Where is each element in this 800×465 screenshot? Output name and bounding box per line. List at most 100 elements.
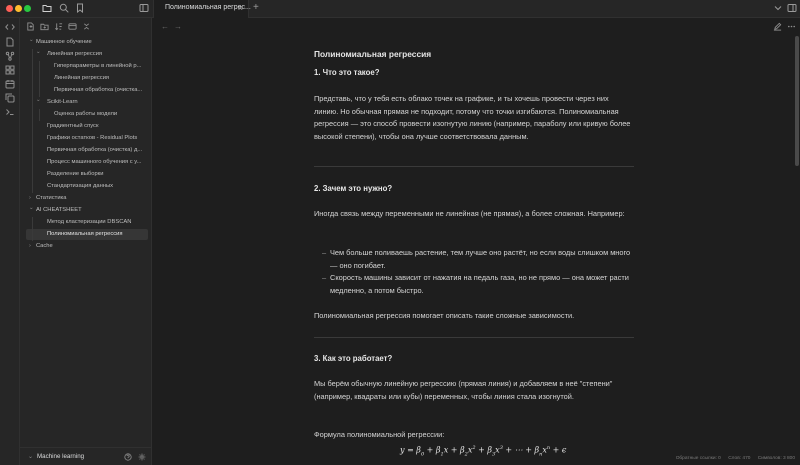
status-chars: Символов: 3 800 [757, 456, 795, 461]
folder-item[interactable]: ⌄ Линейная регрессия [20, 49, 152, 60]
list-item: – Скорость машины зависит от нажатия на … [322, 272, 634, 297]
divider [314, 166, 634, 167]
chevron-right-icon[interactable]: › [29, 193, 31, 204]
minimize-window-button[interactable] [15, 5, 22, 12]
status-words: Слов: 470 [728, 456, 751, 461]
tree-item-label: Полиномиальная регрессия [47, 231, 123, 237]
tree-item-label: Машинное обучение [36, 39, 92, 45]
chevron-down-icon[interactable]: ⌄ [29, 205, 34, 214]
chevron-down-icon[interactable]: ⌄ [36, 97, 41, 106]
tree-item-label: Первичная обработка (очистка) д... [47, 147, 143, 153]
folder-item[interactable]: › Статистика [20, 193, 152, 204]
paragraph-how: Мы берём обычную линейную регрессию (пря… [314, 379, 613, 401]
close-window-button[interactable] [6, 5, 13, 12]
paragraph-why: Иногда связь между переменными не линейн… [314, 209, 625, 218]
heading-what-is-it: 1. Что это такое? [314, 68, 380, 77]
list-item: – Чем больше поливаешь растение, тем луч… [322, 247, 634, 272]
tree-item-label: Оценка работы модели [54, 111, 118, 117]
code-icon[interactable] [5, 22, 15, 32]
file-icon[interactable] [5, 37, 15, 47]
toggle-sidebar-icon[interactable] [137, 2, 150, 15]
chevron-down-icon[interactable]: ⌄ [29, 37, 34, 46]
copy-icon[interactable] [5, 93, 15, 103]
folder-icon[interactable] [40, 2, 53, 15]
collapse-all-icon[interactable] [82, 22, 91, 31]
vault-switcher[interactable]: ⌄ Machine learning [20, 447, 152, 465]
paragraph-summary: Полиномиальная регрессия помогает описат… [314, 311, 575, 320]
folder-item[interactable]: ⌄ AI CHEATSHEET [20, 205, 152, 216]
sort-icon[interactable] [54, 22, 63, 31]
tree-item-label: Первичная обработка (очистка... [54, 87, 143, 93]
settings-gear-icon[interactable] [138, 453, 146, 461]
tree-item-label: Scikit-Learn [47, 99, 78, 105]
tab-close-icon[interactable]: × [238, 3, 243, 13]
status-bar: Обратные ссылки: 0 Слов: 470 Символов: 3… [670, 454, 795, 464]
indent-guide [32, 49, 33, 193]
formula-polynomial: y = β0 + β1x + β2x2 + β3x3 + ⋯ + βnxn + … [400, 445, 567, 458]
list-bullet: – [322, 273, 327, 282]
file-item[interactable]: Полиномиальная регрессия [26, 229, 148, 240]
chevron-right-icon[interactable]: › [29, 241, 31, 252]
tree-item-label: Стандартизация данных [47, 183, 114, 189]
tree-item-label: Графики остатков - Residual Plots [47, 135, 138, 141]
more-options-icon[interactable] [787, 22, 796, 31]
chevron-down-icon[interactable]: ⌄ [36, 49, 41, 58]
forward-arrow-icon[interactable]: → [174, 22, 182, 31]
file-item[interactable]: Графики остатков - Residual Plots [20, 133, 152, 144]
terminal-icon[interactable] [5, 107, 15, 117]
folder-item[interactable]: ⌄ Машинное обучение [20, 37, 152, 48]
folder-item[interactable]: ⌄ Scikit-Learn [20, 97, 152, 108]
tree-item-label: Линейная регрессия [47, 51, 103, 57]
file-item[interactable]: Стандартизация данных [20, 181, 152, 192]
chevron-down-icon[interactable] [771, 2, 784, 15]
file-item[interactable]: Первичная обработка (очистка) д... [20, 145, 152, 156]
indent-guide [39, 109, 40, 121]
list-item-text: Скорость машины зависит от нажатия на пе… [330, 273, 629, 295]
search-icon[interactable] [57, 2, 70, 15]
file-item[interactable]: Разделение выборки [20, 169, 152, 180]
indent-guide [39, 61, 40, 97]
paragraph-formula-label: Формула полиномиальной регрессии: [314, 430, 445, 439]
edit-pencil-icon[interactable] [773, 22, 782, 31]
file-item[interactable]: Метод кластеризации DBSCAN [20, 217, 152, 228]
auto-reveal-icon[interactable] [68, 22, 77, 31]
folder-item[interactable]: › Сache [20, 241, 152, 252]
tab-active-note[interactable]: Полиномиальная регрес... × [153, 0, 251, 18]
bookmark-icon[interactable] [73, 2, 86, 15]
heading-why-needed: 2. Зачем это нужно? [314, 184, 393, 193]
file-explorer: ⌄ Машинное обучение ⌄ Линейная регрессия Гип… [20, 18, 152, 465]
title-bar: Полиномиальная регрес... × + [0, 0, 800, 18]
tree-item-label: Разделение выборки [47, 171, 104, 177]
back-arrow-icon[interactable]: ← [161, 22, 169, 31]
explorer-toolbar [20, 18, 152, 36]
tree-item-label: Гиперпараметры в линейной р... [54, 63, 142, 69]
new-note-icon[interactable] [26, 22, 35, 31]
scrollbar-thumb[interactable] [795, 36, 799, 166]
divider [314, 337, 634, 338]
graph-icon[interactable] [5, 51, 15, 61]
indent-guide [32, 217, 33, 241]
zoom-window-button[interactable] [24, 5, 31, 12]
file-item[interactable]: Градиентный спуск [20, 121, 152, 132]
new-tab-button[interactable]: + [253, 2, 259, 14]
calendar-icon[interactable] [5, 79, 15, 89]
list-item-text: Чем больше поливаешь растение, тем лучше… [330, 248, 631, 270]
note-title: Полиномиальная регрессия [314, 49, 432, 59]
toggle-right-sidebar-icon[interactable] [785, 2, 798, 15]
canvas-icon[interactable] [5, 65, 15, 75]
paragraph-intro: Представь, что у тебя есть облако точек … [314, 94, 631, 141]
new-folder-icon[interactable] [40, 22, 49, 31]
heading-how-works: 3. Как это работает? [314, 354, 393, 363]
file-item[interactable]: Процесс машинного обучения с у... [20, 157, 152, 168]
ribbon [0, 18, 20, 465]
tree-item-label: Процесс машинного обучения с у... [47, 159, 142, 165]
status-backlinks[interactable]: Обратные ссылки: 0 [676, 456, 721, 461]
tree-item-label: AI CHEATSHEET [36, 207, 82, 213]
tree-item-label: Сache [36, 243, 53, 249]
tree-item-label: Статистика [36, 195, 67, 201]
tree-item-label: Метод кластеризации DBSCAN [47, 219, 132, 225]
help-icon[interactable] [124, 453, 132, 461]
tree-item-label: Градиентный спуск [47, 123, 99, 129]
tree-item-label: Линейная регрессия [54, 75, 110, 81]
app-window: Полиномиальная регрес... × + ⌄ Машинное … [0, 0, 800, 465]
